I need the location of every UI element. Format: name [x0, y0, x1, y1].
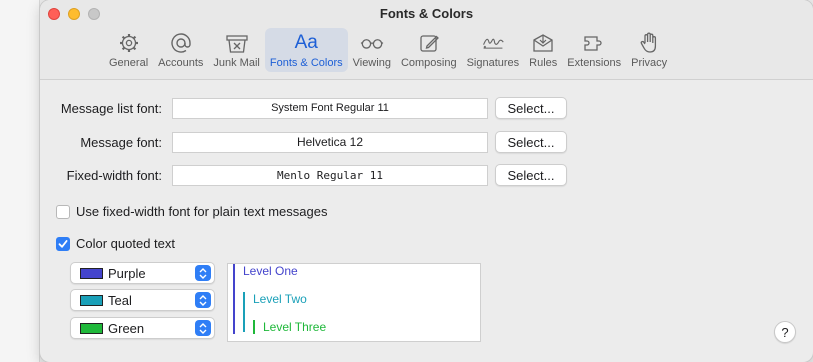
chevron-updown-icon: [195, 265, 211, 281]
message-list-font-select-button[interactable]: Select...: [495, 97, 567, 119]
help-button[interactable]: ?: [774, 321, 796, 343]
tab-label: General: [109, 57, 149, 69]
green-swatch: [80, 322, 103, 334]
tab-label: Accounts: [158, 57, 204, 69]
tab-label: Junk Mail: [213, 57, 260, 69]
level-two-color-popup[interactable]: Teal: [70, 289, 215, 311]
extensions-icon: [582, 31, 606, 55]
fixed-width-font-select-button[interactable]: Select...: [495, 164, 567, 186]
purple-swatch: [80, 267, 103, 279]
tab-fonts-colors[interactable]: Aa Fonts & Colors: [264, 28, 348, 72]
level-two-bar: [243, 292, 245, 332]
tab-composing[interactable]: Composing: [396, 28, 462, 72]
checkmark-icon: [58, 239, 68, 248]
level-three-text: Level Three: [263, 320, 327, 334]
fonts-colors-pane: Message list font: System Font Regular 1…: [40, 81, 813, 362]
glasses-icon: [360, 31, 384, 55]
level-two-color-label: Teal: [108, 292, 132, 308]
message-font-label: Message font:: [80, 134, 162, 150]
fixed-width-font-label: Fixed-width font:: [66, 167, 162, 183]
tab-privacy[interactable]: Privacy: [626, 28, 672, 72]
message-list-font-field: System Font Regular 11: [172, 97, 488, 119]
preferences-window: Fonts & Colors General Accounts Junk Mai…: [40, 0, 813, 362]
tab-label: Extensions: [567, 57, 622, 69]
color-quoted-checkbox[interactable]: [56, 236, 70, 251]
fonts-icon: Aa: [294, 31, 318, 55]
fonts-glyph: Aa: [294, 32, 318, 53]
tab-label: Composing: [400, 57, 457, 69]
fixed-width-plain-label: Use fixed-width font for plain text mess…: [76, 204, 328, 219]
message-font-select-button[interactable]: Select...: [495, 131, 567, 153]
color-quoted-option[interactable]: Color quoted text: [56, 236, 175, 251]
level-two-text: Level Two: [253, 292, 307, 306]
window-title: Fonts & Colors: [379, 6, 474, 21]
compose-icon: [417, 31, 441, 55]
junk-mail-icon: [225, 31, 249, 55]
tab-label: Fonts & Colors: [269, 57, 343, 69]
tab-rules[interactable]: Rules: [524, 28, 562, 72]
hand-icon: [637, 31, 661, 55]
message-font-row: Message font: Helvetica 12 Select...: [40, 131, 813, 153]
toolbar: Fonts & Colors General Accounts Junk Mai…: [40, 0, 813, 80]
tab-general[interactable]: General: [104, 28, 153, 72]
tab-label: Viewing: [352, 57, 391, 69]
fixed-width-plain-option[interactable]: Use fixed-width font for plain text mess…: [56, 204, 327, 219]
level-three-bar: [253, 320, 255, 334]
fixed-width-plain-checkbox[interactable]: [56, 204, 70, 219]
signature-icon: [481, 31, 505, 55]
tab-viewing[interactable]: Viewing: [348, 28, 396, 72]
message-list-font-row: Message list font: System Font Regular 1…: [40, 97, 813, 119]
level-one-text: Level One: [243, 264, 298, 278]
tab-accounts[interactable]: Accounts: [153, 28, 208, 72]
background-window: [0, 0, 40, 362]
fixed-width-font-field: Menlo Regular 11: [172, 164, 488, 186]
message-font-field: Helvetica 12: [172, 131, 488, 153]
color-quoted-label: Color quoted text: [76, 236, 176, 251]
chevron-updown-icon: [195, 320, 211, 336]
level-three-color-popup[interactable]: Green: [70, 317, 215, 339]
gear-icon: [117, 31, 141, 55]
level-one-color-label: Purple: [108, 265, 146, 281]
rules-icon: [531, 31, 555, 55]
level-one-bar: [233, 264, 235, 334]
tab-extensions[interactable]: Extensions: [562, 28, 626, 72]
preference-tabs: General Accounts Junk Mail Aa Fonts & Co…: [104, 28, 672, 72]
tab-label: Privacy: [631, 57, 668, 69]
level-three-color-label: Green: [108, 320, 145, 336]
message-list-font-label: Message list font:: [60, 100, 162, 116]
tab-label: Rules: [529, 57, 558, 69]
chevron-updown-icon: [195, 292, 211, 308]
level-one-color-popup[interactable]: Purple: [70, 262, 215, 284]
tab-label: Signatures: [466, 57, 520, 69]
at-icon: [169, 31, 193, 55]
tab-junk-mail[interactable]: Junk Mail: [208, 28, 264, 72]
fixed-width-font-row: Fixed-width font: Menlo Regular 11 Selec…: [40, 164, 813, 186]
teal-swatch: [80, 294, 103, 306]
quote-preview: Level One Level Two Level Three: [227, 263, 481, 342]
tab-signatures[interactable]: Signatures: [462, 28, 525, 72]
